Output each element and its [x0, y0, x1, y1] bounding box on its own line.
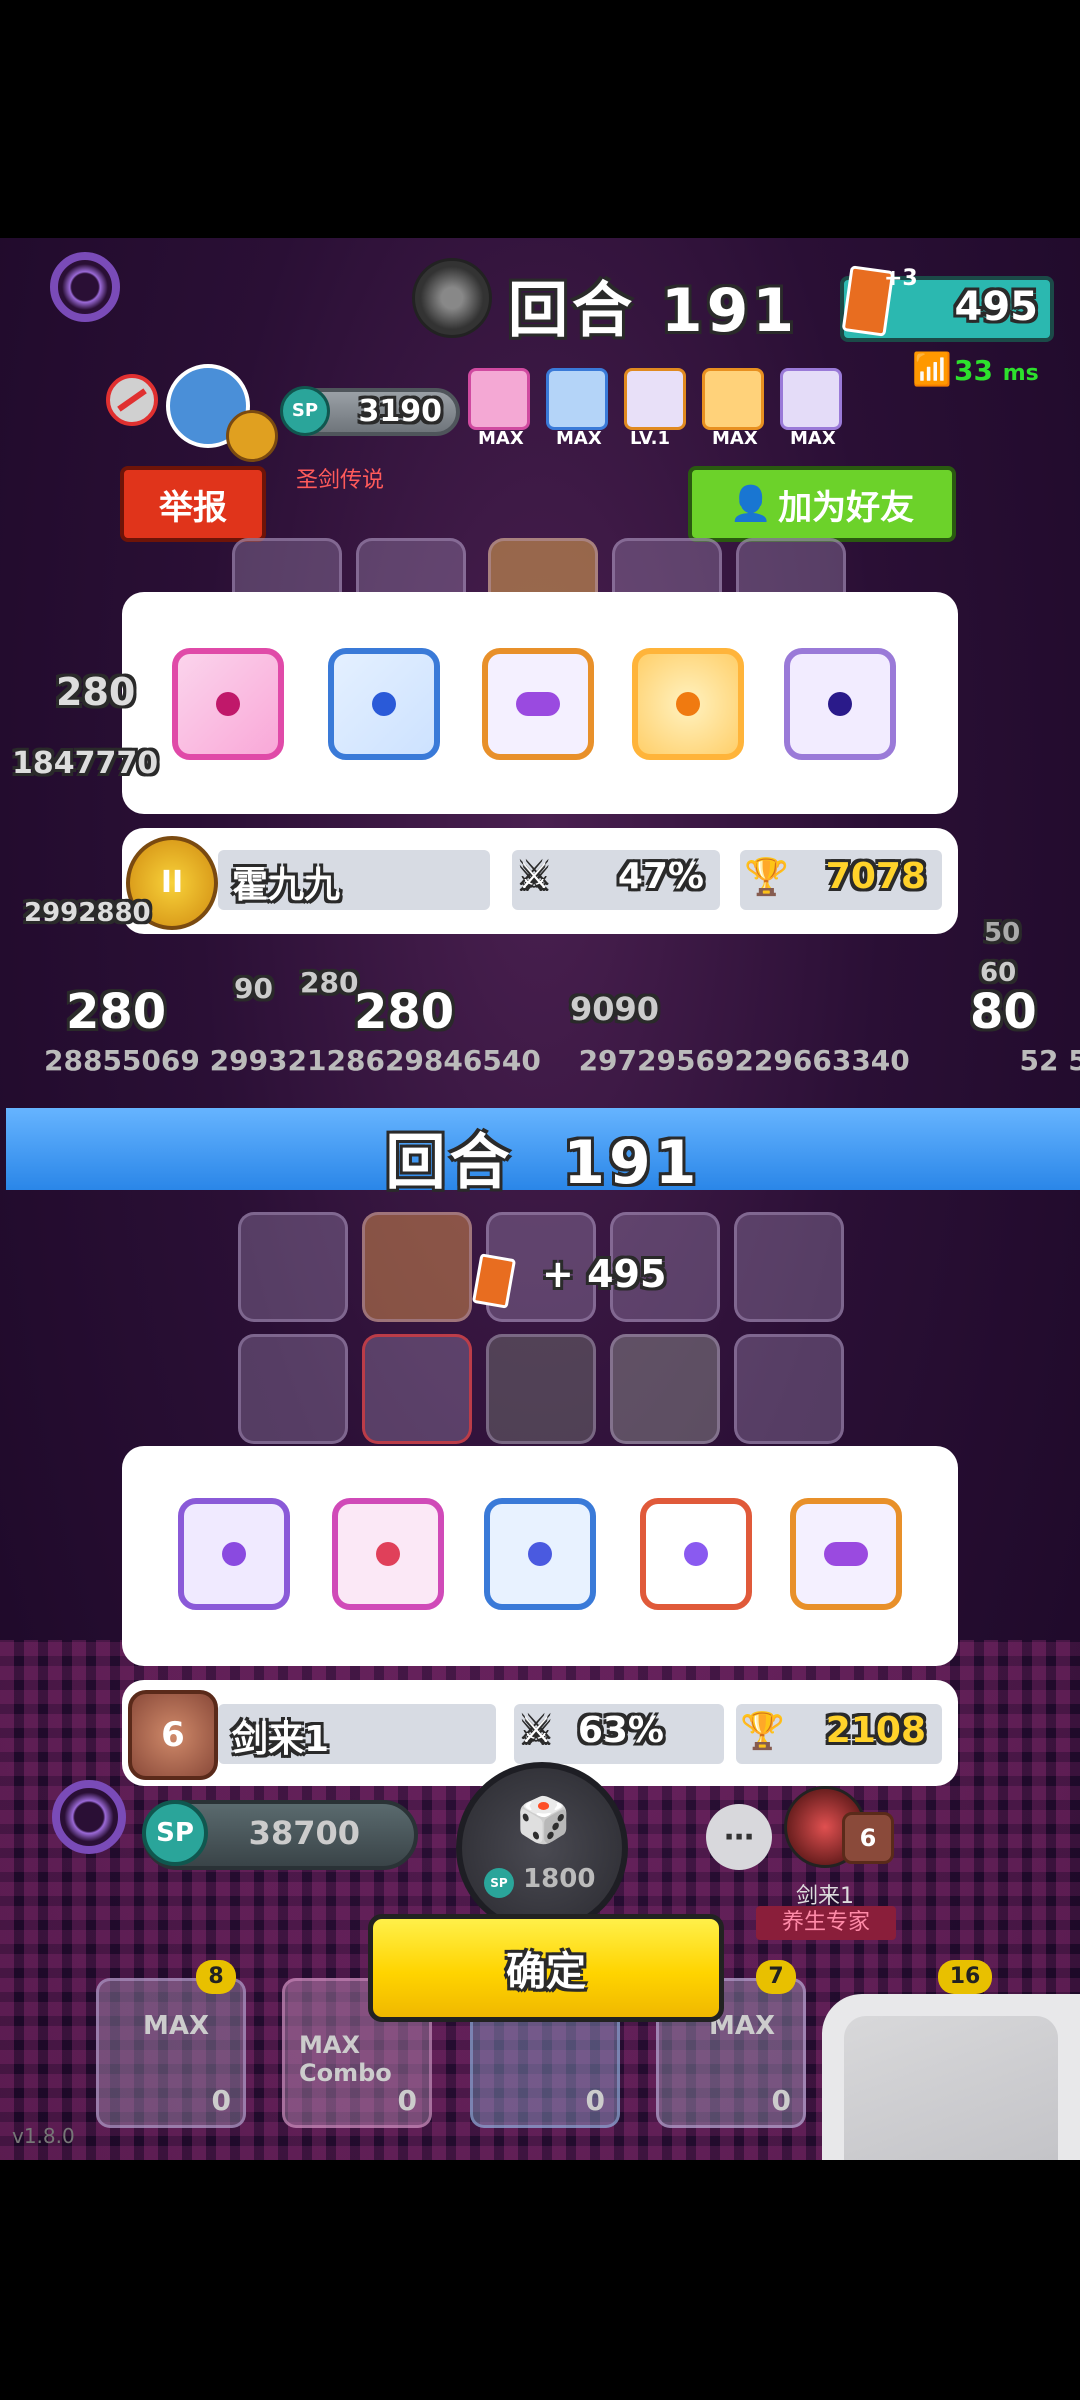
field-die	[238, 1212, 348, 1322]
damage-number: 50	[984, 918, 1021, 948]
opponent-trophy-field: 🏆 7078	[740, 850, 942, 910]
player-title: 养生专家	[756, 1906, 896, 1940]
player-crit-field: ⚔ 63%	[514, 1704, 724, 1764]
mini-die-5	[780, 368, 842, 430]
opponent-rank-small	[226, 410, 278, 462]
opponent-title: 圣剑传说	[296, 468, 385, 493]
sword-icon: ⚔	[520, 1710, 553, 1751]
sp-icon: SP	[142, 1800, 208, 1866]
mini-die-1	[468, 368, 530, 430]
report-button[interactable]: 举报	[120, 466, 266, 542]
player-sp-value: 38700	[248, 1814, 360, 1852]
sword-icon: ⚔	[518, 856, 551, 897]
round-banner-text: 回合 191	[385, 1128, 701, 1198]
sp-icon: SP	[280, 386, 330, 436]
mini-die-4	[702, 368, 764, 430]
summon-cost: SP 1800	[484, 1864, 595, 1898]
die-blood	[172, 648, 284, 760]
field-die	[486, 1334, 596, 1444]
player-name-field: 剑来1	[218, 1704, 496, 1764]
card-count: 495	[954, 284, 1039, 330]
camera-overlay[interactable]	[822, 1994, 1080, 2160]
field-die	[610, 1334, 720, 1444]
trophy-icon: 🏆	[740, 1711, 785, 1752]
mini-die-2	[546, 368, 608, 430]
ping-readout: 33 ms	[954, 354, 1039, 387]
mini-die-3	[624, 368, 686, 430]
mini-die-1-level: MAX	[478, 428, 524, 449]
player-sp: SP 38700	[142, 1800, 418, 1870]
camera-feed	[844, 2016, 1058, 2160]
field-die	[362, 1334, 472, 1444]
player-portal-icon	[52, 1780, 126, 1854]
die-combo	[332, 1498, 444, 1610]
opponent-deck-card	[122, 592, 958, 814]
wifi-icon: 📶	[912, 350, 952, 388]
add-friend-icon: 👤	[729, 484, 773, 524]
die-moon	[484, 1498, 596, 1610]
opponent-crit-field: ⚔ 47%	[512, 850, 720, 910]
opponent-name-field: 霍九九	[218, 850, 490, 910]
die-infinity	[790, 1498, 902, 1610]
die-mimic	[178, 1498, 290, 1610]
mini-die-5-level: MAX	[790, 428, 836, 449]
card-bonus: +3	[884, 266, 918, 291]
summon-button[interactable]: 🎲 SP 1800	[456, 1762, 628, 1934]
hp-mid: 280	[354, 984, 455, 1040]
player-trophy-field: 🏆 2108	[736, 1704, 942, 1764]
confirm-button[interactable]: 确定	[368, 1914, 724, 2022]
game-screen: 回合 191 +3 495 📶 33 ms SP 3190 MAX MAX LV…	[0, 238, 1080, 2160]
die-infinity	[482, 648, 594, 760]
more-button[interactable]: ⋯	[706, 1804, 772, 1870]
damage-line: 28855069 29932128629846540 2972956922966…	[44, 1044, 1080, 1077]
add-friend-button[interactable]: 👤 加为好友	[688, 466, 956, 542]
die-sun	[632, 648, 744, 760]
trophy-icon: 🏆	[744, 857, 789, 898]
player-deck-card	[122, 1446, 958, 1666]
field-die	[362, 1212, 472, 1322]
opponent-stats-bar: II 霍九九 ⚔ 47% 🏆 7078	[122, 828, 958, 934]
version-label: v1.8.0	[12, 2124, 75, 2148]
damage-number: 90	[234, 972, 273, 1005]
opponent-sp: SP 3190	[280, 386, 460, 436]
mini-die-3-level: LV.1	[630, 428, 670, 449]
deck-slot-1: MAX 0	[96, 1978, 246, 2128]
round-title: 回合 191	[508, 276, 799, 346]
die-snow	[328, 648, 440, 760]
damage-number: 1847770	[12, 746, 159, 781]
field-die	[238, 1334, 348, 1444]
opponent-portal-icon	[50, 252, 120, 322]
mini-die-2-level: MAX	[556, 428, 602, 449]
round-banner: 回合 191	[6, 1108, 1080, 1198]
field-die	[734, 1334, 844, 1444]
damage-number: 280	[300, 966, 359, 999]
dice-icon: 🎲	[516, 1795, 571, 1846]
deck-slot-1-level: 8	[196, 1960, 236, 1994]
hp-left: 280	[66, 984, 167, 1040]
deck-slot-4-level: 7	[756, 1960, 796, 1994]
player-rank-badge: 6	[128, 1690, 218, 1780]
opponent-sp-value: 3190	[358, 394, 443, 429]
reward-text: + 495	[542, 1252, 667, 1296]
boss-icon	[412, 258, 492, 338]
deck-slot-5-level: 16	[938, 1960, 992, 1994]
damage-number: 2992880	[24, 898, 151, 928]
player-avatar-rank: 6	[842, 1812, 894, 1864]
mini-die-4-level: MAX	[712, 428, 758, 449]
damage-number: 280	[56, 670, 136, 714]
hp-right: 80	[970, 984, 1037, 1040]
damage-number: 9090	[570, 990, 660, 1028]
field-die	[734, 1212, 844, 1322]
block-icon[interactable]	[106, 374, 158, 426]
card-counter: +3 495	[840, 265, 1054, 342]
die-crack	[784, 648, 896, 760]
die-rainbow	[640, 1498, 752, 1610]
